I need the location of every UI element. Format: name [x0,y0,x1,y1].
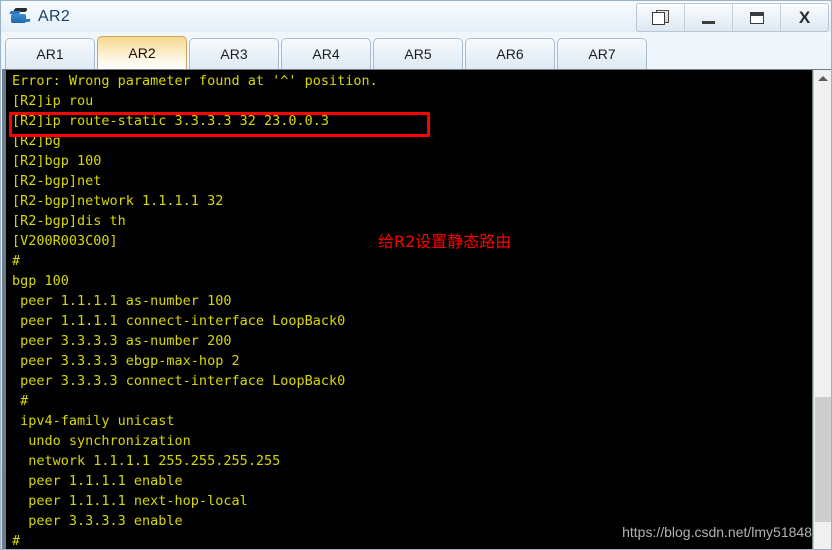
restore-button[interactable] [637,4,685,31]
scrollbar-up-button[interactable] [814,70,831,87]
console-output[interactable]: Error: Wrong parameter found at '^' posi… [6,70,812,549]
annotation-note: 给R2设置静态路由 [378,232,512,251]
close-icon: X [798,8,811,27]
tab-label: AR2 [128,45,156,61]
tab-ar4[interactable]: AR4 [281,38,371,69]
tab-ar7[interactable]: AR7 [557,38,647,69]
router-icon [9,7,31,27]
watermark: https://blog.csdn.net/lmy51848 [622,524,812,540]
ar2-console-window: AR2 X AR1 AR2 AR3 AR4 AR5 AR6 AR7 Error:… [0,0,832,550]
minimize-icon [702,20,715,24]
minimize-button[interactable] [685,4,733,31]
tab-label: AR1 [36,46,64,62]
maximize-button[interactable] [733,4,781,31]
tab-ar1[interactable]: AR1 [5,38,95,69]
window-title: AR2 [38,7,71,25]
close-button[interactable]: X [781,4,828,31]
highlight-box-static-route [9,112,430,137]
restore-icon [652,10,669,25]
tab-label: AR6 [496,46,524,62]
tab-ar2[interactable]: AR2 [97,36,187,69]
tab-ar5[interactable]: AR5 [373,38,463,69]
tab-label: AR7 [588,46,616,62]
title-bar: AR2 X [1,1,831,32]
scrollbar-thumb[interactable] [815,397,831,522]
terminal-panel: Error: Wrong parameter found at '^' posi… [2,69,831,549]
tab-label: AR4 [312,46,340,62]
tab-ar3[interactable]: AR3 [189,38,279,69]
console-text: Error: Wrong parameter found at '^' posi… [12,73,378,549]
tab-strip: AR1 AR2 AR3 AR4 AR5 AR6 AR7 [1,32,831,69]
window-controls: X [636,3,829,32]
tab-label: AR5 [404,46,432,62]
tab-label: AR3 [220,46,248,62]
maximize-icon [749,11,764,24]
chevron-up-icon [817,76,828,81]
vertical-scrollbar[interactable] [813,70,831,549]
tab-ar6[interactable]: AR6 [465,38,555,69]
